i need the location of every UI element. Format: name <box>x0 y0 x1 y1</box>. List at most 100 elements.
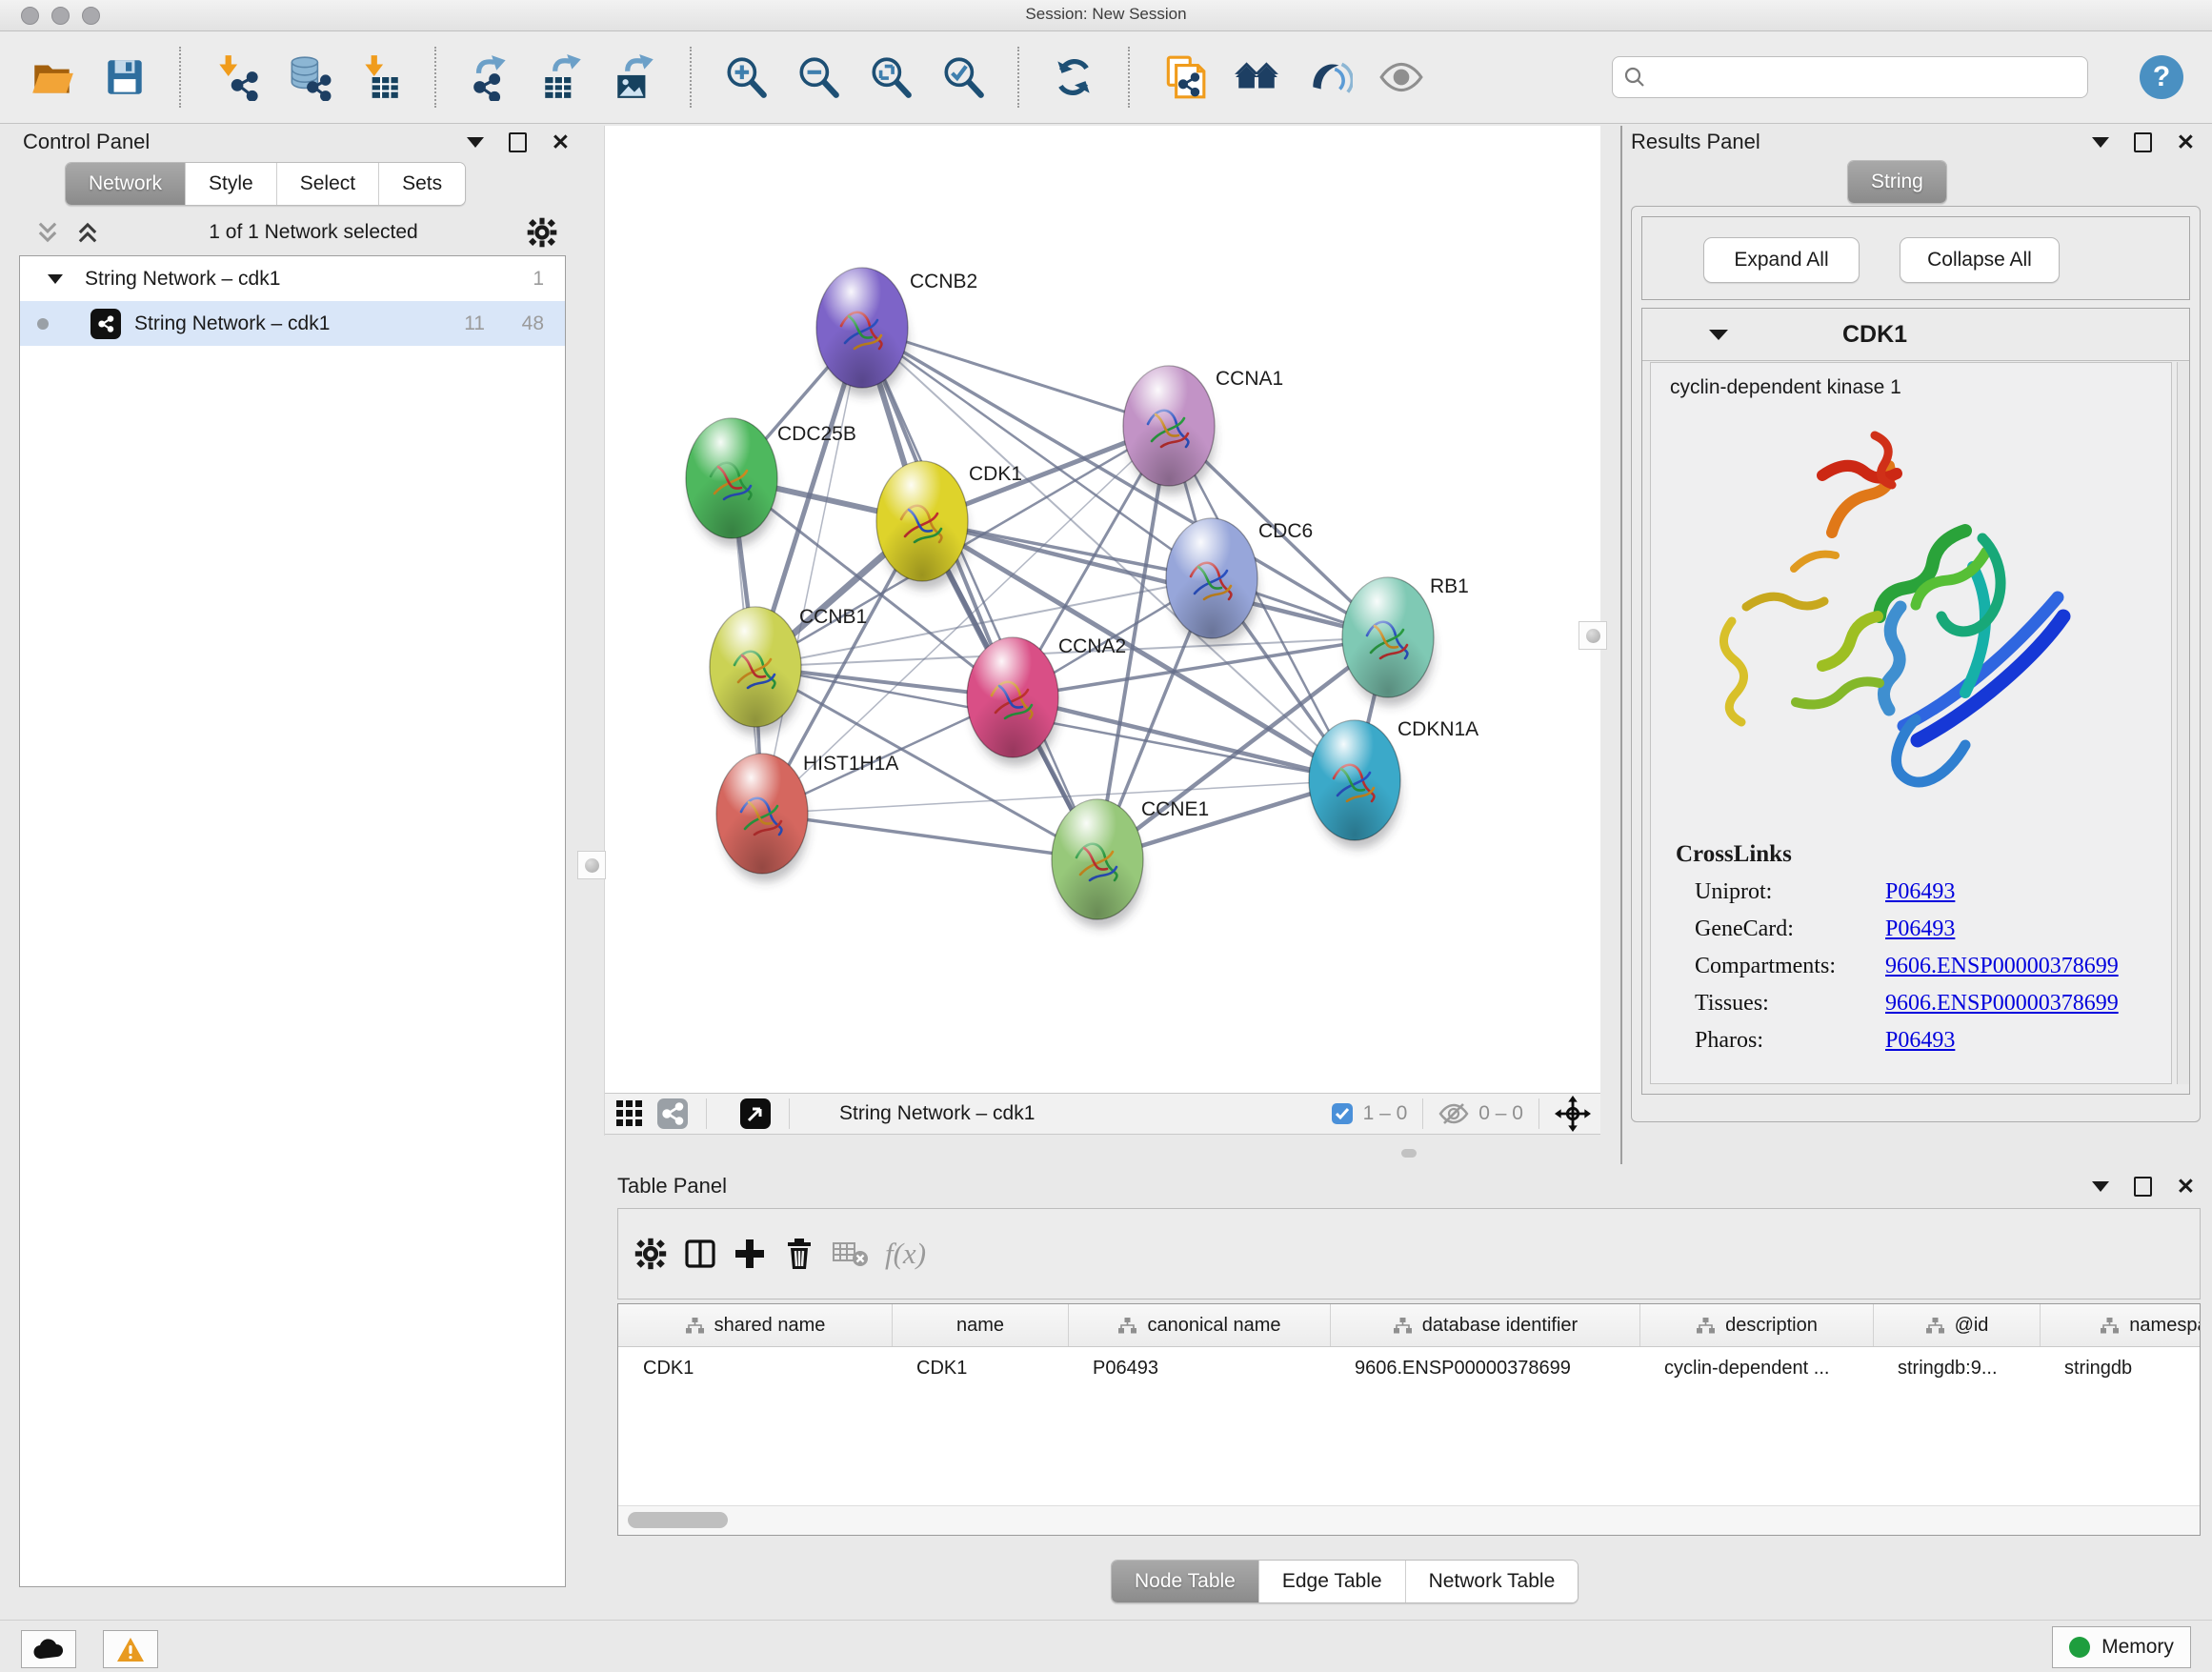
results-panel-float-icon[interactable] <box>2134 132 2152 152</box>
save-session-icon[interactable] <box>101 53 149 101</box>
table-panel-float-icon[interactable] <box>2134 1177 2152 1197</box>
hidden-eye-slash-icon[interactable] <box>1438 1101 1469 1126</box>
tab-style[interactable]: Style <box>185 163 276 205</box>
tree-row-network[interactable]: String Network – cdk1 11 48 <box>20 301 565 346</box>
column-header-description[interactable]: description <box>1639 1304 1873 1346</box>
tab-string[interactable]: String <box>1848 161 1946 203</box>
crosslink-link[interactable]: P06493 <box>1885 1028 1955 1054</box>
delete-table-icon <box>832 1238 870 1270</box>
column-header-canonical-name[interactable]: canonical name <box>1068 1304 1330 1346</box>
open-session-icon[interactable] <box>29 53 76 101</box>
collection-caret-icon[interactable] <box>47 272 64 286</box>
table-hscrollbar[interactable] <box>618 1505 2200 1535</box>
import-network-icon[interactable] <box>211 53 259 101</box>
eye-icon[interactable] <box>1377 53 1425 101</box>
edge <box>862 328 1097 859</box>
column-header-shared-name[interactable]: shared name <box>618 1304 892 1346</box>
memory-button[interactable]: Memory <box>2052 1626 2191 1668</box>
column-header-label: description <box>1725 1315 1818 1337</box>
table-cell: CDK1 <box>892 1347 1068 1389</box>
crosslink-link[interactable]: 9606.ENSP00000378699 <box>1885 954 2119 979</box>
view-network-icon[interactable] <box>656 1098 689 1130</box>
table-panel-menu-icon[interactable] <box>2092 1181 2109 1192</box>
table-row[interactable]: CDK1CDK1P064939606.ENSP00000378699cyclin… <box>618 1347 2200 1389</box>
control-panel-close-icon[interactable]: ✕ <box>552 131 570 153</box>
tab-node-table[interactable]: Node Table <box>1112 1561 1258 1602</box>
duplicate-network-icon[interactable] <box>1160 53 1208 101</box>
birdseye-toggle-icon[interactable] <box>739 1098 772 1130</box>
import-table-icon[interactable] <box>356 53 404 101</box>
right-splitter-grip[interactable] <box>1579 621 1607 650</box>
right-splitter[interactable] <box>1620 126 1622 1164</box>
export-network-icon[interactable] <box>467 53 514 101</box>
node-CCNB2[interactable]: CCNB2 <box>816 268 977 396</box>
crosslink-label: Compartments: <box>1695 954 1885 979</box>
crosslink-link[interactable]: P06493 <box>1885 917 1955 942</box>
import-database-icon[interactable] <box>284 53 332 101</box>
crosslink-label: Uniprot: <box>1695 879 1885 905</box>
add-column-icon[interactable] <box>733 1237 767 1271</box>
refresh-icon[interactable] <box>1050 53 1097 101</box>
table-cell: stringdb:9... <box>1873 1347 2040 1389</box>
column-header-name[interactable]: name <box>892 1304 1068 1346</box>
column-header-label: shared name <box>714 1315 826 1337</box>
column-header-database-identifier[interactable]: database identifier <box>1330 1304 1639 1346</box>
node-CCNA2[interactable]: CCNA2 <box>967 635 1126 766</box>
node-RB1[interactable]: RB1 <box>1342 575 1469 706</box>
table-gear-icon[interactable] <box>633 1237 668 1271</box>
protein-card-caret-icon[interactable] <box>1709 330 1728 340</box>
export-table-icon[interactable] <box>539 53 587 101</box>
table-panel-close-icon[interactable]: ✕ <box>2177 1176 2195 1198</box>
toolbar-separator <box>1422 1098 1423 1129</box>
tab-select[interactable]: Select <box>276 163 378 205</box>
crosslink-link[interactable]: 9606.ENSP00000378699 <box>1885 991 2119 1017</box>
column-header-namespace[interactable]: namespace <box>2040 1304 2201 1346</box>
tab-sets[interactable]: Sets <box>378 163 465 205</box>
collapse-all-button[interactable]: Collapse All <box>1900 237 2060 283</box>
node-label: CDC25B <box>777 423 856 445</box>
results-panel-close-icon[interactable]: ✕ <box>2177 131 2195 153</box>
network-canvas[interactable]: CCNB2CCNA1CDC25BCDK1CDC6RB1CCNB1CCNA2CDK… <box>605 126 1600 1093</box>
string-logo-icon[interactable] <box>1305 53 1353 101</box>
left-splitter[interactable] <box>604 126 605 1136</box>
node-CDC6[interactable]: CDC6 <box>1166 518 1313 647</box>
left-splitter-grip[interactable] <box>577 851 606 879</box>
cloud-button[interactable] <box>21 1630 76 1668</box>
collapse-all-tree-icon[interactable] <box>34 219 61 246</box>
network-options-gear-icon[interactable] <box>526 216 558 249</box>
control-panel-menu-icon[interactable] <box>467 137 484 148</box>
help-button[interactable]: ? <box>2140 55 2183 99</box>
selected-checkbox-icon[interactable] <box>1331 1102 1354 1125</box>
control-panel-float-icon[interactable] <box>509 132 527 152</box>
tab-network[interactable]: Network <box>66 163 185 205</box>
node-HIST1H1A[interactable]: HIST1H1A <box>716 753 898 882</box>
results-panel-menu-icon[interactable] <box>2092 137 2109 148</box>
node-CCNE1[interactable]: CCNE1 <box>1052 798 1209 928</box>
zoom-fit-icon[interactable] <box>867 53 915 101</box>
delete-column-icon[interactable] <box>782 1237 816 1271</box>
export-image-icon[interactable] <box>612 53 659 101</box>
expand-all-tree-icon[interactable] <box>74 219 101 246</box>
tab-edge-table[interactable]: Edge Table <box>1258 1561 1405 1602</box>
horizontal-splitter-grip[interactable] <box>1401 1149 1417 1158</box>
show-columns-icon[interactable] <box>683 1237 717 1271</box>
table-hscrollbar-thumb[interactable] <box>628 1512 728 1528</box>
results-panel-title: Results Panel <box>1631 130 1760 154</box>
pan-crosshair-icon[interactable] <box>1555 1096 1591 1132</box>
crosslink-link[interactable]: P06493 <box>1885 879 1955 905</box>
search-input[interactable] <box>1612 56 2088 98</box>
protein-card-header[interactable]: CDK1 <box>1642 309 2189 361</box>
warning-button[interactable] <box>103 1630 158 1668</box>
card-scrollbar[interactable] <box>2177 362 2189 1084</box>
zoom-out-icon[interactable] <box>794 53 842 101</box>
column-header--id[interactable]: @id <box>1873 1304 2040 1346</box>
tab-network-table[interactable]: Network Table <box>1405 1561 1579 1602</box>
homes-icon[interactable] <box>1233 53 1280 101</box>
tree-row-collection[interactable]: String Network – cdk1 1 <box>20 256 565 301</box>
node-CCNA1[interactable]: CCNA1 <box>1123 366 1283 494</box>
view-grid-icon[interactable] <box>614 1098 645 1129</box>
expand-all-button[interactable]: Expand All <box>1703 237 1860 283</box>
node-CDKN1A[interactable]: CDKN1A <box>1309 718 1478 849</box>
zoom-selected-icon[interactable] <box>939 53 987 101</box>
zoom-in-icon[interactable] <box>722 53 770 101</box>
